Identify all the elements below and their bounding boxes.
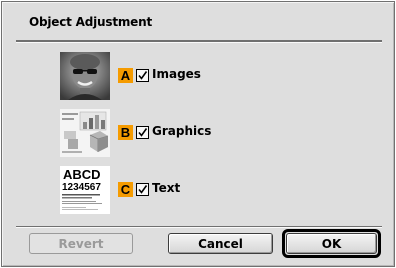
badge-b: B (118, 125, 133, 140)
thumb-text-line2: 1234567 (62, 182, 101, 193)
badge-a: A (118, 68, 133, 83)
object-adjustment-dialog: Object Adjustment A Images B Graphics AB… (1, 1, 395, 267)
ok-button[interactable]: OK (286, 233, 377, 254)
text-checkbox[interactable] (136, 183, 149, 196)
text-thumbnail-icon: ABCD 1234567 (60, 166, 110, 214)
checkmark-icon (138, 128, 148, 137)
title-divider-highlight (16, 42, 382, 43)
text-label[interactable]: Text (152, 181, 180, 195)
graphics-checkbox[interactable] (136, 126, 149, 139)
graphics-thumbnail-icon (60, 109, 110, 157)
portrait-thumbnail-icon (60, 52, 110, 100)
thumb-text-line1: ABCD (63, 167, 101, 182)
checkmark-icon (138, 71, 148, 80)
badge-c: C (118, 182, 133, 197)
graphics-label[interactable]: Graphics (152, 124, 211, 138)
images-label[interactable]: Images (152, 67, 201, 81)
dialog-title: Object Adjustment (29, 15, 153, 29)
cancel-button[interactable]: Cancel (168, 233, 273, 254)
checkmark-icon (138, 185, 148, 194)
images-checkbox[interactable] (136, 69, 149, 82)
revert-button[interactable]: Revert (29, 233, 133, 254)
button-divider-highlight (16, 227, 382, 228)
